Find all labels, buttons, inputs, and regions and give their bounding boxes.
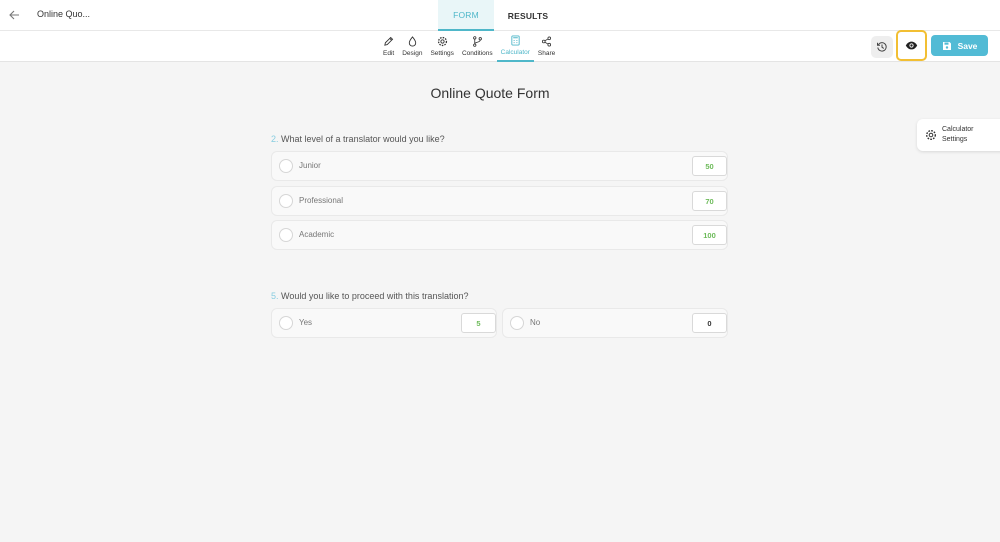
calculator-settings-label: Calculator Settings xyxy=(942,126,974,143)
eye-icon xyxy=(905,41,918,50)
option-junior[interactable]: Junior 50 xyxy=(271,151,728,181)
tool-edit[interactable]: Edit xyxy=(379,31,398,62)
radio-button[interactable] xyxy=(279,316,293,330)
editor-toolbar: Edit Design Settings Conditions Calculat… xyxy=(0,31,1000,62)
tool-label: Settings xyxy=(430,50,454,57)
history-icon xyxy=(877,42,887,52)
question-text: Would you like to proceed with this tran… xyxy=(281,291,469,301)
tool-label: Share xyxy=(537,50,556,57)
score-input[interactable]: 5 xyxy=(461,313,496,333)
back-arrow-icon[interactable] xyxy=(6,6,22,24)
question-text: What level of a translator would you lik… xyxy=(281,134,445,144)
option-label: Academic xyxy=(299,230,335,239)
save-button[interactable]: Save xyxy=(931,35,988,56)
top-bar: Online Quo... FORM RESULTS xyxy=(0,0,1000,31)
preview-button[interactable] xyxy=(896,30,927,61)
tab-form[interactable]: FORM xyxy=(438,0,494,31)
option-label: Junior xyxy=(299,161,321,170)
option-yes[interactable]: Yes 5 xyxy=(271,308,497,338)
tab-results[interactable]: RESULTS xyxy=(494,0,562,31)
tool-settings[interactable]: Settings xyxy=(426,31,458,62)
score-input[interactable]: 100 xyxy=(692,225,727,245)
option-label: Yes xyxy=(299,318,313,327)
save-label: Save xyxy=(957,40,978,51)
option-no[interactable]: No 0 xyxy=(502,308,728,338)
radio-button[interactable] xyxy=(279,194,293,208)
tool-calculator[interactable]: Calculator xyxy=(496,31,534,62)
form-name: Online Quo... xyxy=(37,9,91,19)
question-title: 2. What level of a translator would you … xyxy=(271,134,445,144)
toolbar-tools: Edit Design Settings Conditions Calculat… xyxy=(379,31,559,62)
tool-label: Calculator xyxy=(500,49,530,56)
tool-share[interactable]: Share xyxy=(534,31,559,62)
question-number: 2. xyxy=(271,134,279,144)
option-label: Professional xyxy=(299,196,344,205)
calculator-settings-button[interactable]: Calculator Settings xyxy=(917,119,1000,151)
option-professional[interactable]: Professional 70 xyxy=(271,186,728,216)
tool-conditions[interactable]: Conditions xyxy=(458,31,497,62)
share-icon xyxy=(542,36,552,47)
radio-button[interactable] xyxy=(279,159,293,173)
pencil-icon xyxy=(384,36,394,46)
gear-icon xyxy=(437,36,447,47)
history-button[interactable] xyxy=(871,36,893,58)
radio-button[interactable] xyxy=(510,316,524,330)
gear-icon xyxy=(925,129,937,141)
radio-button[interactable] xyxy=(279,228,293,242)
option-label: No xyxy=(530,318,541,327)
floppy-disk-icon xyxy=(942,41,951,50)
score-input[interactable]: 50 xyxy=(692,156,727,176)
tool-design[interactable]: Design xyxy=(398,31,426,62)
question-title: 5. Would you like to proceed with this t… xyxy=(271,291,468,301)
tool-label: Conditions xyxy=(461,50,493,57)
question-number: 5. xyxy=(271,291,279,301)
tool-label: Design xyxy=(402,50,423,57)
tool-label: Edit xyxy=(383,50,395,57)
option-academic[interactable]: Academic 100 xyxy=(271,220,728,250)
calculator-icon xyxy=(511,35,520,46)
branch-icon xyxy=(472,36,482,47)
score-input[interactable]: 0 xyxy=(692,313,727,333)
droplet-icon xyxy=(408,36,416,47)
form-title: Online Quote Form xyxy=(430,85,550,101)
score-input[interactable]: 70 xyxy=(692,191,727,211)
main-tabs: FORM RESULTS xyxy=(438,0,562,31)
